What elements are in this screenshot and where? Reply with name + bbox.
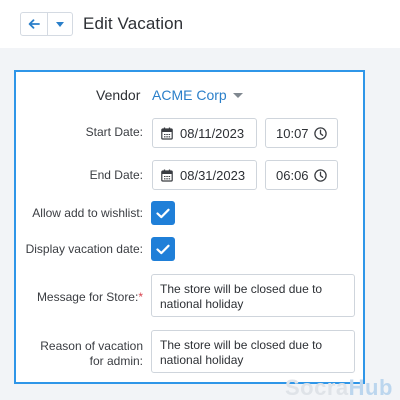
page-title: Edit Vacation (83, 14, 184, 33)
required-mark: * (138, 290, 143, 304)
calendar-icon (161, 127, 173, 140)
vendor-caret-icon[interactable] (233, 93, 243, 98)
end-time-value: 06:06 (276, 167, 309, 183)
clock-icon (313, 168, 327, 182)
allow-wishlist-label: Allow add to wishlist: (32, 206, 143, 220)
reason-admin-textarea[interactable]: The store will be closed due to national… (151, 330, 355, 373)
message-store-label-text: Message for Store: (36, 290, 139, 304)
end-date-value: 08/31/2023 (180, 167, 246, 183)
top-bar: Edit Vacation (0, 0, 400, 48)
caret-down-icon (56, 21, 64, 27)
arrow-left-icon (28, 19, 40, 29)
display-vacation-date-checkbox[interactable] (151, 237, 175, 261)
message-store-label: Message for Store:* (37, 290, 143, 305)
back-button[interactable] (20, 12, 48, 36)
vendor-label: Vendor (96, 87, 141, 103)
reason-admin-label-line1: Reason of vacation (40, 339, 143, 353)
message-store-textarea[interactable]: The store will be closed due to national… (151, 274, 355, 317)
back-button-group (20, 12, 74, 36)
socrahub-watermark: SocraHub (285, 375, 393, 400)
clock-icon (313, 126, 327, 140)
back-dropdown-button[interactable] (48, 12, 73, 36)
allow-wishlist-checkbox[interactable] (151, 201, 175, 225)
reason-admin-label: Reason of vacation for admin: (40, 339, 143, 369)
end-date-input[interactable]: 08/31/2023 (152, 160, 257, 190)
watermark-part2: Hub (348, 375, 393, 400)
display-vacation-date-label: Display vacation date: (25, 242, 143, 256)
watermark-part1: Socra (285, 375, 349, 400)
start-date-input[interactable]: 08/11/2023 (152, 118, 257, 148)
end-time-input[interactable]: 06:06 (265, 160, 338, 190)
start-time-value: 10:07 (276, 125, 309, 141)
start-date-label: Start Date: (85, 125, 143, 139)
calendar-icon (161, 169, 173, 182)
vendor-select[interactable]: ACME Corp (152, 87, 227, 103)
reason-admin-label-line2: for admin: (89, 354, 143, 368)
start-date-value: 08/11/2023 (180, 125, 245, 141)
checkmark-icon (156, 244, 170, 254)
checkmark-icon (156, 208, 170, 218)
end-date-label: End Date: (89, 168, 143, 182)
start-time-input[interactable]: 10:07 (265, 118, 338, 148)
